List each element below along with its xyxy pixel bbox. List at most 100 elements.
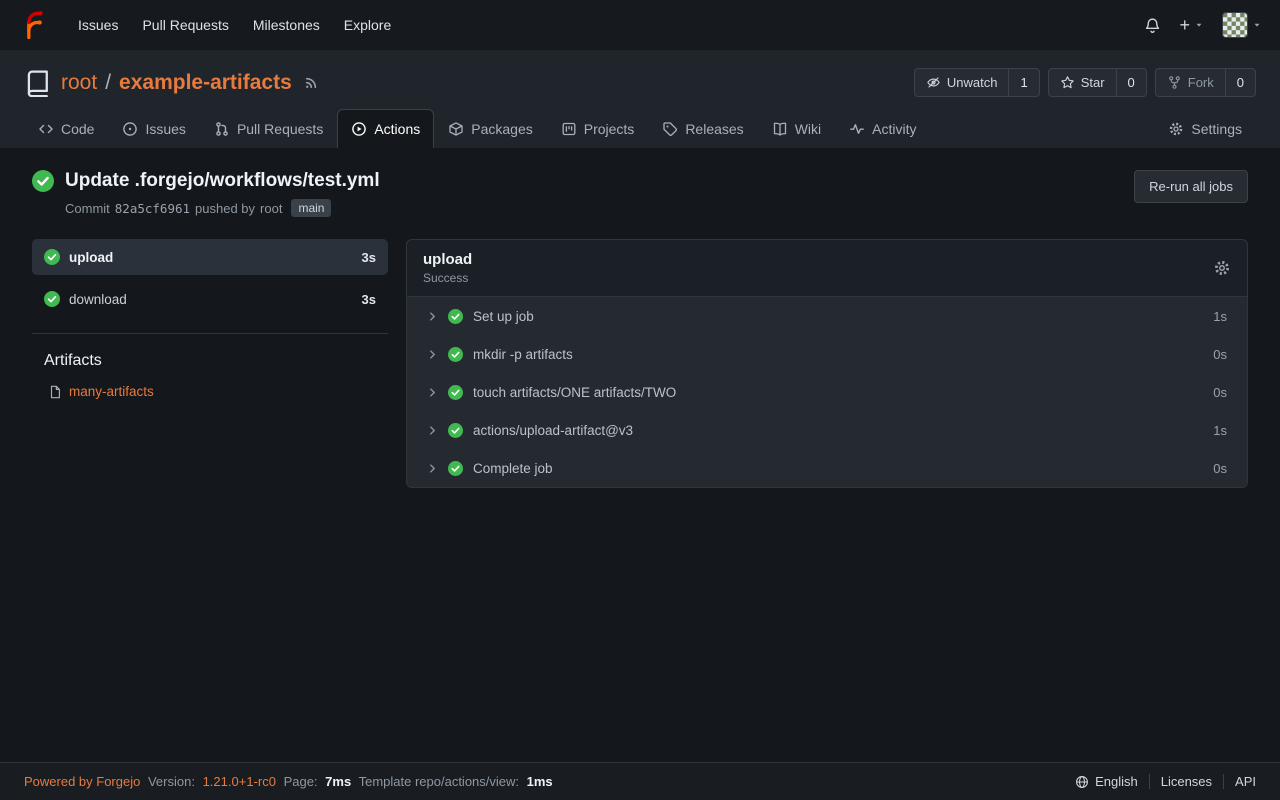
project-board-icon (561, 121, 577, 137)
avatar (1222, 12, 1248, 38)
job-item-download[interactable]: download 3s (32, 281, 388, 317)
version-label: Version: (148, 774, 195, 789)
artifacts-heading: Artifacts (44, 352, 388, 370)
job-duration: 3s (362, 250, 376, 265)
tab-activity[interactable]: Activity (835, 109, 930, 148)
tab-wiki[interactable]: Wiki (758, 109, 835, 148)
repo-name-link[interactable]: example-artifacts (119, 71, 292, 95)
nav-item-issues[interactable]: Issues (66, 0, 130, 50)
job-detail-title: upload (423, 251, 472, 268)
star-button[interactable]: Star 0 (1048, 68, 1147, 97)
step-row[interactable]: mkdir -p artifacts 0s (407, 335, 1247, 373)
pusher-link[interactable]: root (260, 201, 282, 216)
chevron-right-icon (427, 463, 438, 474)
repo-tabs: Code Issues Pull Requests Actions Packag… (24, 109, 1256, 148)
forgejo-logo-icon[interactable] (18, 10, 48, 40)
rerun-all-jobs-button[interactable]: Re-run all jobs (1134, 170, 1248, 203)
plus-icon: + (1179, 16, 1190, 34)
step-name: Set up job (473, 309, 534, 324)
check-circle-icon (448, 347, 463, 362)
template-time-value: 1ms (527, 774, 553, 789)
job-name: upload (69, 250, 113, 265)
repo-owner-link[interactable]: root (61, 71, 97, 95)
repo-icon (24, 69, 52, 97)
tab-packages[interactable]: Packages (434, 109, 546, 148)
job-detail-panel: upload Success Set up job 1s mkdir -p (406, 239, 1248, 488)
breadcrumb-separator: / (105, 71, 111, 95)
tab-label: Wiki (795, 121, 821, 137)
job-item-upload[interactable]: upload 3s (32, 239, 388, 275)
package-icon (448, 121, 464, 137)
bell-icon[interactable] (1144, 17, 1161, 34)
tab-label: Packages (471, 121, 532, 137)
rss-icon[interactable] (303, 74, 320, 91)
licenses-label: Licenses (1161, 774, 1212, 789)
tab-code[interactable]: Code (24, 109, 108, 148)
step-duration: 0s (1213, 347, 1227, 362)
tab-actions[interactable]: Actions (337, 109, 434, 148)
nav-item-explore[interactable]: Explore (332, 0, 403, 50)
step-row[interactable]: actions/upload-artifact@v3 1s (407, 411, 1247, 449)
tab-settings[interactable]: Settings (1154, 109, 1256, 148)
commit-prefix: Commit (65, 201, 110, 216)
repo-breadcrumb: root / example-artifacts (61, 71, 292, 95)
document-icon (48, 385, 62, 399)
version-link[interactable]: 1.21.0+1-rc0 (203, 774, 276, 789)
tab-pull-requests[interactable]: Pull Requests (200, 109, 337, 148)
nav-item-milestones[interactable]: Milestones (241, 0, 332, 50)
check-circle-icon (448, 461, 463, 476)
artifact-item[interactable]: many-artifacts (48, 384, 388, 399)
actions-run-view: Update .forgejo/workflows/test.yml Commi… (0, 148, 1280, 762)
pull-request-icon (214, 121, 230, 137)
tab-label: Projects (584, 121, 635, 137)
step-row[interactable]: Set up job 1s (407, 297, 1247, 335)
commit-sha-link[interactable]: 82a5cf6961 (115, 201, 190, 216)
chevron-right-icon (427, 425, 438, 436)
issue-circle-icon (122, 121, 138, 137)
check-circle-icon (448, 385, 463, 400)
branch-badge[interactable]: main (291, 199, 331, 217)
tab-issues[interactable]: Issues (108, 109, 199, 148)
gear-icon[interactable] (1213, 259, 1231, 277)
fork-button[interactable]: Fork 0 (1155, 68, 1256, 97)
code-icon (38, 121, 54, 137)
unwatch-button[interactable]: Unwatch 1 (914, 68, 1040, 97)
create-new-menu[interactable]: + (1179, 16, 1204, 34)
watchers-count[interactable]: 1 (1008, 69, 1038, 96)
tab-label: Activity (872, 121, 916, 137)
forks-count[interactable]: 0 (1225, 69, 1255, 96)
powered-by-link[interactable]: Powered by Forgejo (24, 774, 140, 789)
tab-label: Issues (145, 121, 185, 137)
check-circle-icon (448, 309, 463, 324)
nav-item-pull-requests[interactable]: Pull Requests (130, 0, 240, 50)
api-link[interactable]: API (1223, 774, 1256, 789)
pushed-by-text: pushed by (195, 201, 255, 216)
tab-label: Actions (374, 121, 420, 137)
repo-header: root / example-artifacts (0, 50, 1280, 148)
fork-label: Fork (1188, 75, 1214, 90)
step-duration: 1s (1213, 309, 1227, 324)
tab-projects[interactable]: Projects (547, 109, 649, 148)
eye-slash-icon (926, 75, 941, 90)
chevron-right-icon (427, 387, 438, 398)
stars-count[interactable]: 0 (1116, 69, 1146, 96)
globe-icon (1075, 775, 1089, 789)
page-time-value: 7ms (325, 774, 351, 789)
pulse-icon (849, 121, 865, 137)
footer: Powered by Forgejo Version: 1.21.0+1-rc0… (0, 762, 1280, 800)
step-row[interactable]: Complete job 0s (407, 449, 1247, 487)
licenses-link[interactable]: Licenses (1149, 774, 1223, 789)
run-title: Update .forgejo/workflows/test.yml (65, 170, 380, 192)
step-row[interactable]: touch artifacts/ONE artifacts/TWO 0s (407, 373, 1247, 411)
step-duration: 1s (1213, 423, 1227, 438)
run-commit-line: Commit 82a5cf6961 pushed by root main (65, 199, 380, 217)
api-label: API (1235, 774, 1256, 789)
star-icon (1060, 75, 1075, 90)
tab-releases[interactable]: Releases (648, 109, 757, 148)
language-selector[interactable]: English (1064, 774, 1149, 789)
template-time-label: Template repo/actions/view: (359, 774, 519, 789)
step-name: mkdir -p artifacts (473, 347, 573, 362)
user-menu[interactable] (1222, 12, 1262, 38)
artifact-download-link[interactable]: many-artifacts (69, 384, 154, 399)
check-circle-icon (44, 291, 60, 307)
